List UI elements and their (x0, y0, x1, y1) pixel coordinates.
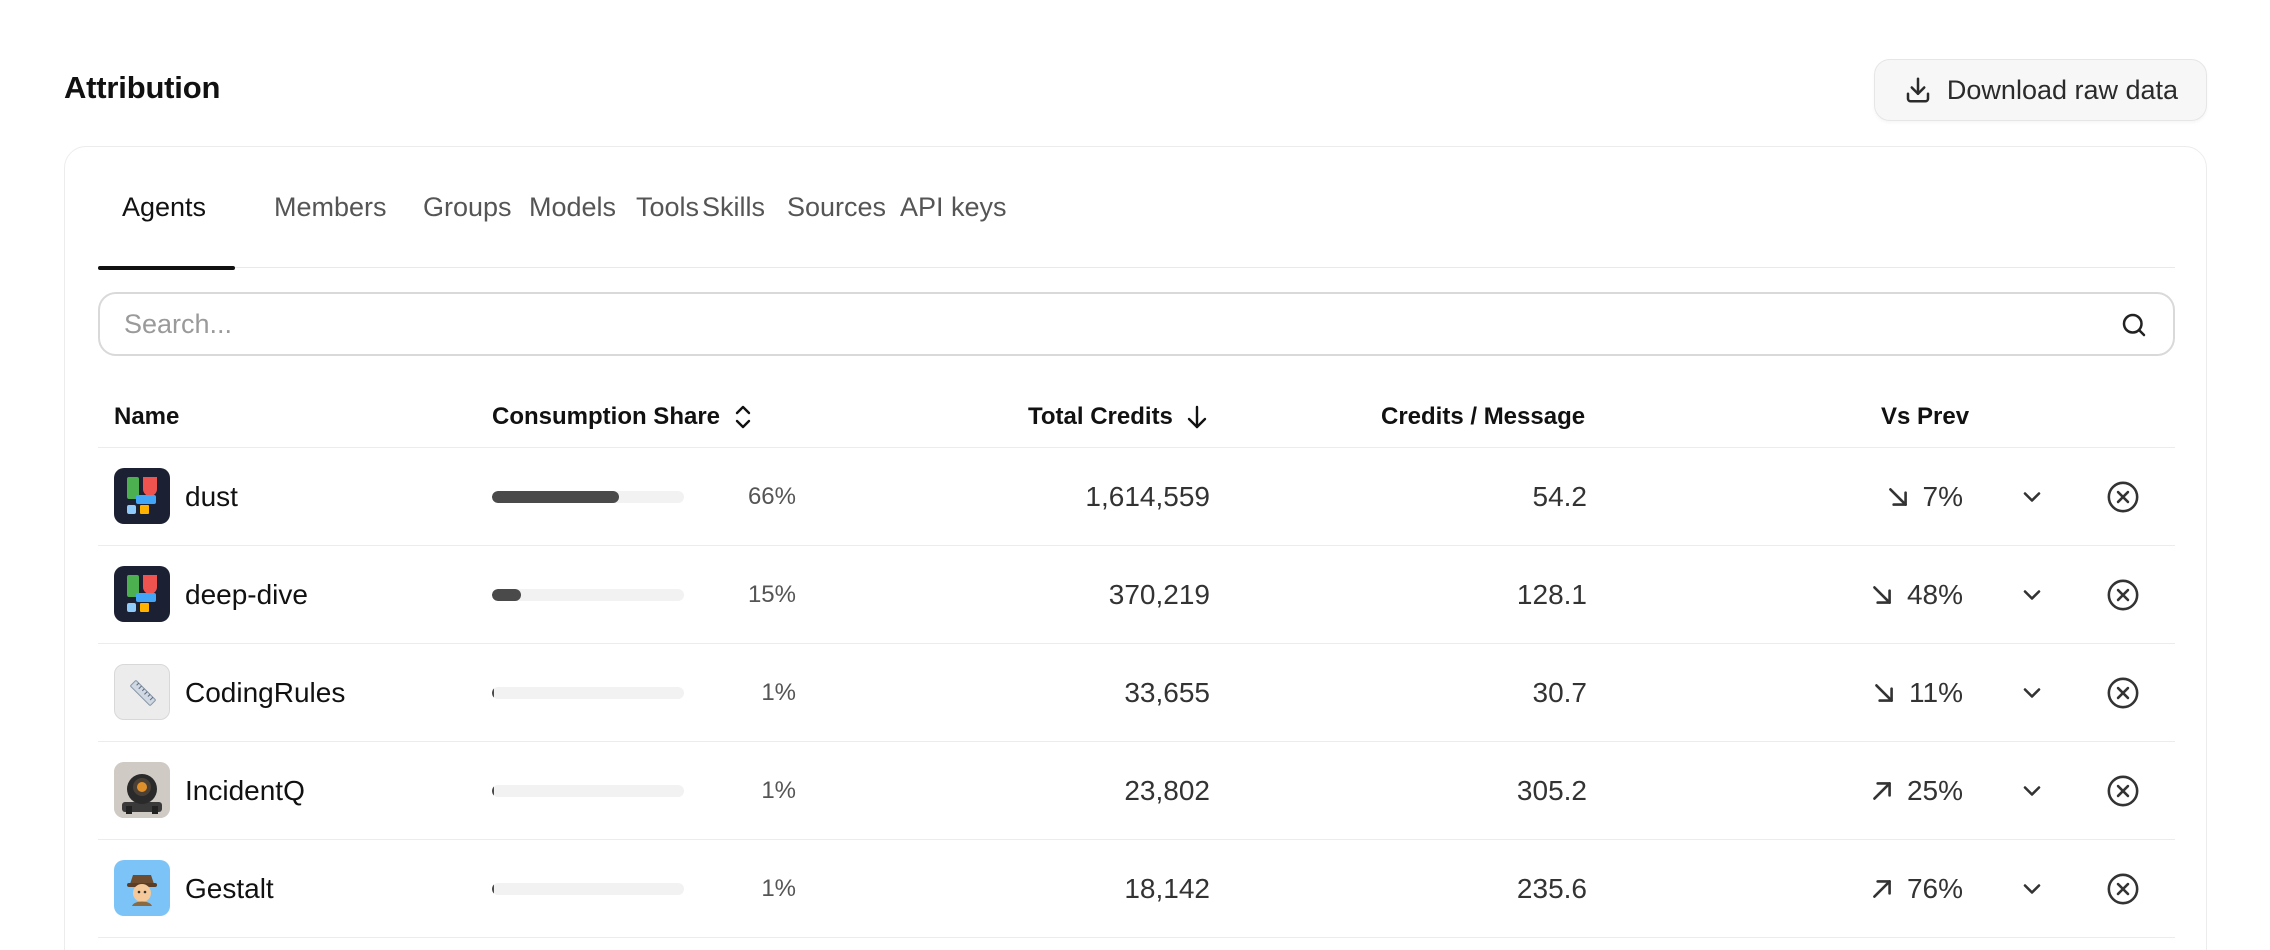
column-header-credits-per-message[interactable]: Credits / Message (1381, 386, 1585, 448)
tab-bar: Agents Members Groups Models Tools Skill… (98, 147, 2175, 270)
search-box (98, 292, 2175, 356)
robot-photo-avatar (114, 762, 170, 818)
total-credits: 33,655 (1124, 677, 1210, 708)
consumption-share-bar (492, 883, 684, 895)
consumption-share-bar (492, 491, 684, 503)
consumption-share-fill (492, 491, 619, 503)
tab-api-keys[interactable]: API keys (876, 147, 1031, 268)
vs-prev: 7% (1798, 448, 1963, 546)
vs-prev: 76% (1798, 840, 1963, 938)
dust-agent-avatar (114, 468, 170, 524)
attribution-card: Agents Members Groups Models Tools Skill… (64, 146, 2207, 950)
table-row[interactable]: deep-dive 15% 370,219 128.1 48% (98, 546, 2175, 644)
consumption-share-bar (492, 589, 684, 601)
credits-per-message: 305.2 (1516, 775, 1587, 806)
agent-name[interactable]: CodingRules (185, 644, 345, 742)
credits-per-message: 128.1 (1516, 579, 1587, 610)
agent-name[interactable]: Gestalt (185, 840, 274, 938)
consumption-share-fill (492, 687, 494, 699)
remove-circle-icon[interactable] (2106, 480, 2140, 514)
consumption-share-percent: 66% (747, 483, 796, 510)
trend-down-icon (1888, 488, 1907, 506)
credits-per-message: 30.7 (1532, 677, 1588, 708)
vs-prev: 11% (1798, 644, 1963, 742)
total-credits: 18,142 (1124, 873, 1210, 904)
consumption-share-percent: 1% (761, 679, 796, 706)
sort-descending-icon (1187, 405, 1207, 429)
table-row[interactable]: CodingRules 1% 33,655 30.7 11% (98, 644, 2175, 742)
tab-agents[interactable]: Agents (98, 147, 235, 270)
remove-circle-icon[interactable] (2106, 578, 2140, 612)
table-row[interactable]: IncidentQ 1% 23,802 305.2 25% (98, 742, 2175, 840)
consumption-share-percent: 1% (761, 777, 796, 804)
total-credits: 1,614,559 (1085, 481, 1210, 512)
consumption-share-bar (492, 687, 684, 699)
credits-per-message: 54.2 (1532, 481, 1588, 512)
column-header-name[interactable]: Name (114, 386, 179, 448)
agent-name[interactable]: deep-dive (185, 546, 308, 644)
consumption-share-percent: 15% (747, 581, 796, 608)
total-credits: 23,802 (1124, 775, 1210, 806)
consumption-share-percent: 1% (761, 875, 796, 902)
remove-circle-icon[interactable] (2106, 774, 2140, 808)
agent-name[interactable]: dust (185, 448, 238, 546)
chevron-down-icon[interactable] (2018, 581, 2046, 609)
chevron-down-icon[interactable] (2018, 777, 2046, 805)
search-input[interactable] (124, 294, 2084, 354)
consumption-share-fill (492, 589, 521, 601)
column-header-total-credits[interactable]: Total Credits (1028, 386, 1209, 448)
remove-circle-icon[interactable] (2106, 872, 2140, 906)
tab-members[interactable]: Members (250, 147, 411, 268)
vs-prev: 48% (1798, 546, 1963, 644)
download-button-label: Download raw data (1946, 74, 2179, 105)
chevron-down-icon[interactable] (2018, 483, 2046, 511)
trend-up-icon (1873, 782, 1891, 800)
trend-up-icon (1873, 880, 1891, 898)
table-row[interactable]: dust 66% 1,614,559 54.2 7% (98, 448, 2175, 546)
trend-down-icon (1873, 586, 1891, 604)
chevron-down-icon[interactable] (2018, 679, 2046, 707)
detective-emoji-avatar (114, 860, 170, 916)
table-row[interactable]: Gestalt 1% 18,142 235.6 76% (98, 840, 2175, 938)
agent-name[interactable]: IncidentQ (185, 742, 305, 840)
sort-unsorted-icon (735, 405, 751, 429)
download-icon (1906, 77, 1930, 103)
ruler-emoji-avatar (114, 664, 170, 720)
column-header-vs-prev[interactable]: Vs Prev (1881, 386, 1969, 448)
column-header-consumption-share[interactable]: Consumption Share (492, 386, 754, 448)
vs-prev: 25% (1798, 742, 1963, 840)
trend-down-icon (1875, 684, 1893, 702)
table-header: Name Consumption Share Total Credits Cre… (98, 386, 2175, 448)
consumption-share-fill (492, 785, 494, 797)
consumption-share-bar (492, 785, 684, 797)
download-raw-data-button[interactable]: Download raw data (1874, 59, 2207, 121)
total-credits: 370,219 (1108, 579, 1210, 610)
consumption-share-fill (492, 883, 494, 895)
chevron-down-icon[interactable] (2018, 875, 2046, 903)
credits-per-message: 235.6 (1516, 873, 1587, 904)
remove-circle-icon[interactable] (2106, 676, 2140, 710)
page-title: Attribution (64, 70, 221, 105)
search-icon[interactable] (2119, 310, 2149, 340)
dust-agent-avatar (114, 566, 170, 622)
